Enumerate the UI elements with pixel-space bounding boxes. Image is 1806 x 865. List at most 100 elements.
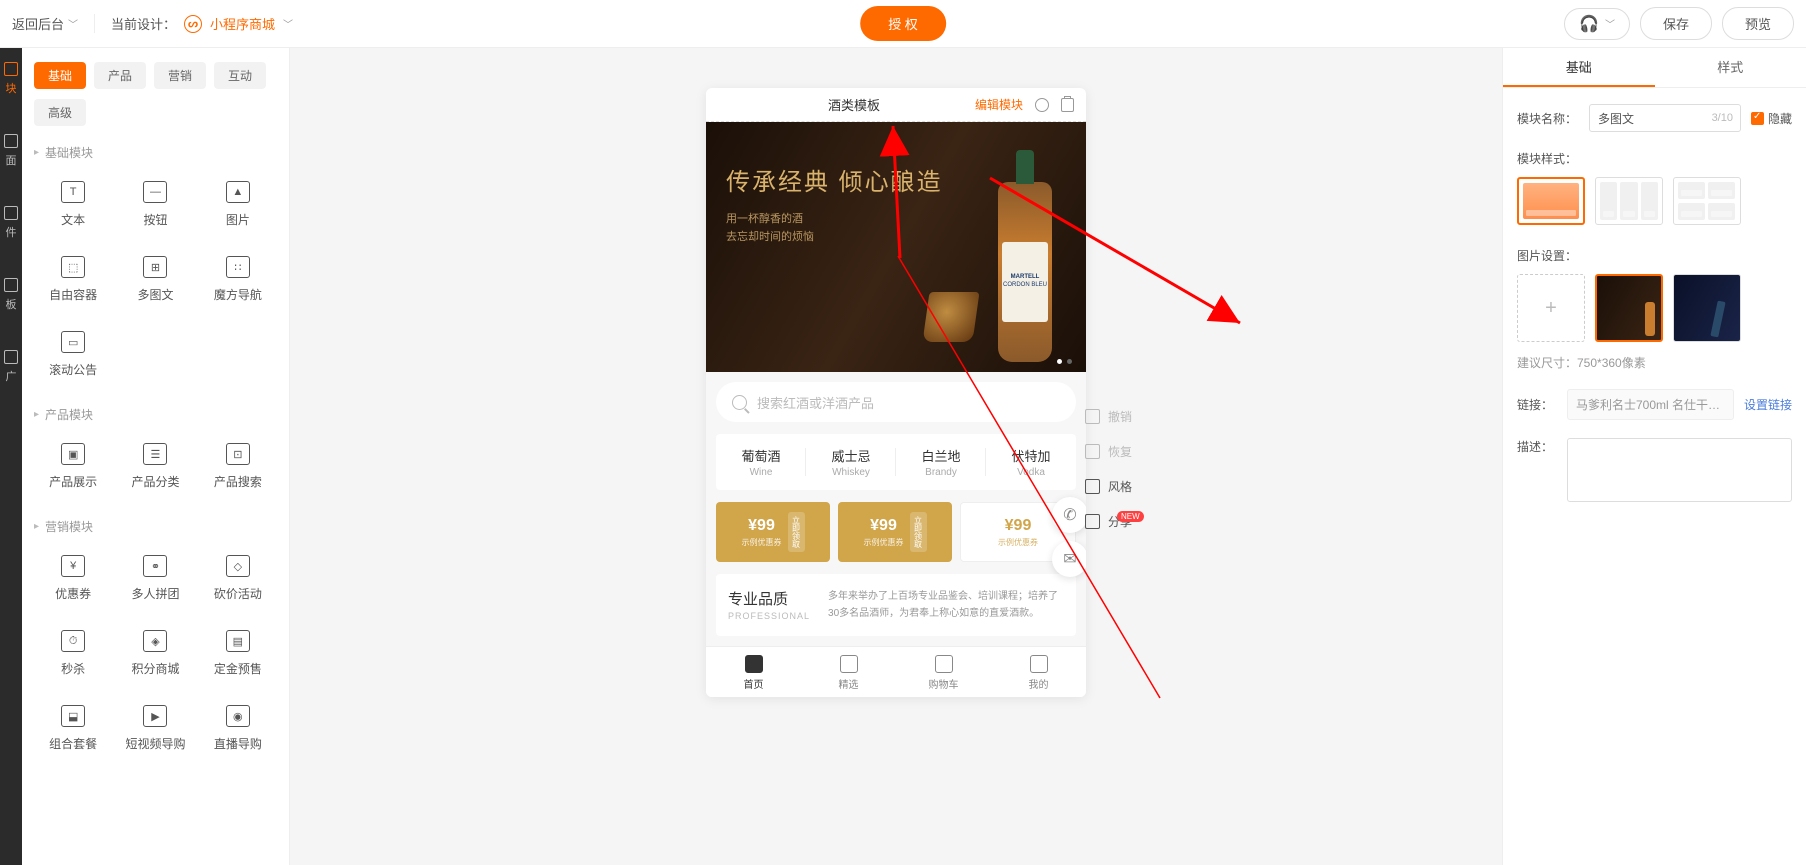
rail-label: 件	[6, 224, 17, 240]
block-product-search[interactable]: ⊡产品搜索	[199, 433, 277, 500]
block-group-buy[interactable]: ⚭多人拼团	[116, 545, 194, 612]
block-free-container[interactable]: ⬚自由容器	[34, 246, 112, 313]
back-to-admin-button[interactable]: 返回后台 ﹀	[12, 14, 95, 33]
phone-wrap: 酒类模板 编辑模块 传承经典 倾心酿造 用一杯醇香的酒 去忘却时间的烦恼 MAR…	[706, 88, 1086, 865]
edit-module-button[interactable]: 编辑模块	[975, 96, 1023, 113]
block-combo[interactable]: ⬓组合套餐	[34, 695, 112, 762]
image-setting-row: +	[1517, 274, 1792, 342]
top-bar: 返回后台 ﹀ 当前设计： ᔕ 小程序商城 ﹀ 授 权 🎧 ﹀ 保存 预览	[0, 0, 1806, 48]
block-multi-image-text[interactable]: ⊞多图文	[116, 246, 194, 313]
image-thumb-1[interactable]	[1595, 274, 1663, 342]
style-opt-3[interactable]	[1673, 177, 1741, 225]
cat-whiskey[interactable]: 威士忌Whiskey	[806, 434, 896, 490]
current-design-label: 当前设计：	[111, 14, 176, 33]
rail-item-component[interactable]: 件	[4, 206, 18, 240]
properties-panel: 基础 样式 模块名称： 3/10 隐藏 模块样式： 图片设置： + 建议尺	[1502, 48, 1806, 865]
rail-item-block[interactable]: 块	[4, 62, 18, 96]
module-style-label: 模块样式：	[1517, 150, 1792, 167]
chevron-down-icon: ﹀	[68, 16, 78, 31]
tabbar-mine[interactable]: 我的	[991, 647, 1086, 697]
preview-button[interactable]: 预览	[1722, 7, 1794, 40]
style-opt-2[interactable]	[1595, 177, 1663, 225]
coupon-icon: ¥	[61, 555, 85, 577]
canvas: 酒类模板 编辑模块 传承经典 倾心酿造 用一杯醇香的酒 去忘却时间的烦恼 MAR…	[290, 48, 1502, 865]
search-box[interactable]: 搜索红酒或洋酒产品	[716, 382, 1076, 422]
block-product-category[interactable]: ☰产品分类	[116, 433, 194, 500]
coupon-1[interactable]: ¥99示例优惠券立即领取	[716, 502, 830, 562]
coupon-row: ¥99示例优惠券立即领取 ¥99示例优惠券立即领取 ¥99示例优惠券	[716, 502, 1076, 562]
phone-preview: 酒类模板 编辑模块 传承经典 倾心酿造 用一杯醇香的酒 去忘却时间的烦恼 MAR…	[706, 88, 1086, 697]
save-button[interactable]: 保存	[1640, 7, 1712, 40]
trash-icon[interactable]	[1061, 98, 1074, 112]
block-live-shopping[interactable]: ◉直播导购	[199, 695, 277, 762]
headset-icon: 🎧	[1579, 14, 1599, 34]
block-deposit-presale[interactable]: ▤定金预售	[199, 620, 277, 687]
dot-2[interactable]	[1067, 359, 1072, 364]
hide-checkbox[interactable]	[1751, 112, 1764, 125]
set-link-button[interactable]: 设置链接	[1744, 396, 1792, 413]
quality-card[interactable]: 专业品质 PROFESSIONAL 多年来举办了上百场专业品鉴会、培训课程；培养…	[716, 574, 1076, 636]
rail-label: 板	[6, 296, 17, 312]
tab-marketing[interactable]: 营销	[154, 62, 206, 89]
cat-vodka[interactable]: 伏特加Vodka	[986, 434, 1076, 490]
row-module-name: 模块名称： 3/10 隐藏	[1517, 104, 1792, 132]
support-dropdown[interactable]: 🎧 ﹀	[1564, 8, 1630, 40]
notice-icon: ▭	[61, 331, 85, 353]
props-tab-basic[interactable]: 基础	[1503, 48, 1655, 87]
action-redo[interactable]: 恢复	[1085, 443, 1132, 460]
rail-item-page[interactable]: 面	[4, 134, 18, 168]
style-opt-1[interactable]	[1517, 177, 1585, 225]
action-share[interactable]: 分享NEW	[1085, 513, 1132, 530]
wechat-circle-icon[interactable]: ✉	[1052, 541, 1086, 577]
clock-icon[interactable]	[1035, 98, 1049, 112]
add-image-button[interactable]: +	[1517, 274, 1585, 342]
module-name-input-wrap: 3/10	[1589, 104, 1741, 132]
coupon-2[interactable]: ¥99示例优惠券立即领取	[838, 502, 952, 562]
block-product-display[interactable]: ▣产品展示	[34, 433, 112, 500]
tabbar-cart[interactable]: 购物车	[896, 647, 991, 697]
block-bargain[interactable]: ◇砍价活动	[199, 545, 277, 612]
block-flash-sale[interactable]: ⏱秒杀	[34, 620, 112, 687]
desc-textarea[interactable]	[1567, 438, 1792, 502]
block-video-shopping[interactable]: ▶短视频导购	[116, 695, 194, 762]
block-button[interactable]: —按钮	[116, 171, 194, 238]
phone-side-actions: 撤销 恢复 风格 分享NEW	[1085, 408, 1132, 530]
dot-1[interactable]	[1057, 359, 1062, 364]
tab-product[interactable]: 产品	[94, 62, 146, 89]
block-scroll-notice[interactable]: ▭滚动公告	[34, 321, 112, 388]
hero-banner[interactable]: 传承经典 倾心酿造 用一杯醇香的酒 去忘却时间的烦恼 MARTELL CORDO…	[706, 122, 1086, 372]
block-magic-nav[interactable]: ∷魔方导航	[199, 246, 277, 313]
ad-icon	[4, 350, 18, 364]
block-text[interactable]: T文本	[34, 171, 112, 238]
chevron-down-icon[interactable]: ﹀	[283, 16, 293, 31]
grid-icon: ∷	[226, 256, 250, 278]
redo-icon	[1085, 444, 1100, 459]
action-style[interactable]: 风格	[1085, 478, 1132, 495]
hide-checkbox-wrap[interactable]: 隐藏	[1751, 110, 1792, 127]
float-action-circles: ✆ ✉	[1052, 497, 1086, 577]
tab-basic[interactable]: 基础	[34, 62, 86, 89]
action-undo[interactable]: 撤销	[1085, 408, 1132, 425]
block-coupon[interactable]: ¥优惠券	[34, 545, 112, 612]
tabbar-featured[interactable]: 精选	[801, 647, 896, 697]
rail-item-ad[interactable]: 广	[4, 350, 18, 384]
design-name[interactable]: 小程序商城	[210, 14, 275, 33]
topbar-right: 🎧 ﹀ 保存 预览	[1564, 7, 1794, 40]
tab-interactive[interactable]: 互动	[214, 62, 266, 89]
props-tab-style[interactable]: 样式	[1655, 48, 1806, 87]
block-image[interactable]: ▲图片	[199, 171, 277, 238]
rail-item-template[interactable]: 板	[4, 278, 18, 312]
image-setting-label: 图片设置：	[1517, 247, 1792, 264]
cat-brandy[interactable]: 白兰地Brandy	[896, 434, 986, 490]
clock-icon: ⏱	[61, 630, 85, 652]
tabbar-home[interactable]: 首页	[706, 647, 801, 697]
presale-icon: ▤	[226, 630, 250, 652]
image-thumb-2[interactable]	[1673, 274, 1741, 342]
tab-advanced[interactable]: 高级	[34, 99, 86, 126]
phone-circle-icon[interactable]: ✆	[1052, 497, 1086, 533]
row-link: 链接： 马爹利名士700ml 名仕干邑白 ... 设置链接	[1517, 389, 1792, 420]
marketing-block-grid: ¥优惠券 ⚭多人拼团 ◇砍价活动 ⏱秒杀 ◈积分商城 ▤定金预售 ⬓组合套餐 ▶…	[34, 545, 277, 762]
cat-wine[interactable]: 葡萄酒Wine	[716, 434, 806, 490]
authorize-button[interactable]: 授 权	[860, 6, 946, 41]
block-points-mall[interactable]: ◈积分商城	[116, 620, 194, 687]
